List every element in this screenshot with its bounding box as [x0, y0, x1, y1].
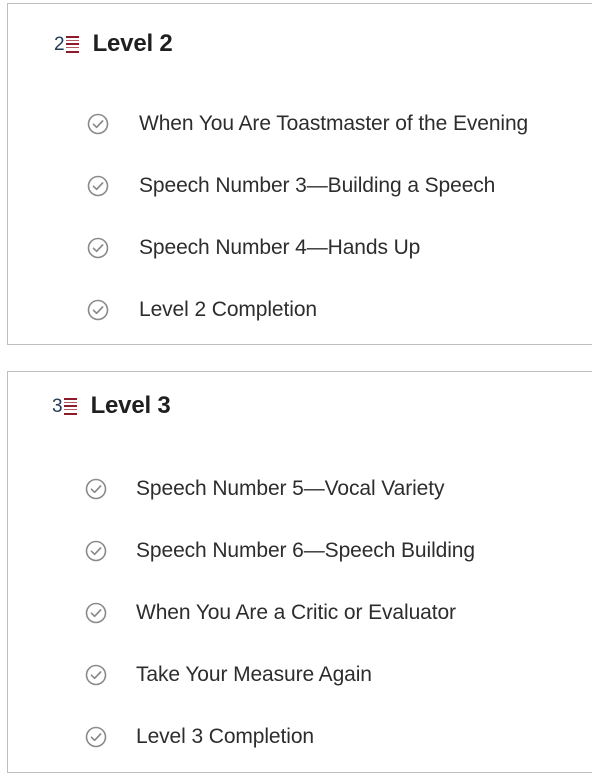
numbered-list-icon: 3 [52, 397, 77, 416]
item-label: Speech Number 3—Building a Speech [139, 174, 496, 197]
item-label: Level 2 Completion [139, 298, 317, 321]
level-header: 2 Level 2 [54, 6, 173, 82]
check-circle-icon [87, 299, 109, 321]
level-3-card: 3 Level 3 Speech Number 5—Vocal Variety … [7, 371, 592, 773]
item-label: Speech Number 6—Speech Building [136, 539, 475, 562]
item-label: When You Are Toastmaster of the Evening [139, 112, 529, 135]
item-label: When You Are a Critic or Evaluator [136, 601, 456, 624]
item-label: Speech Number 5—Vocal Variety [136, 477, 445, 500]
check-circle-icon [85, 540, 107, 562]
check-circle-icon [85, 726, 107, 748]
level-title: Level 2 [92, 30, 173, 57]
level-2-card: 2 Level 2 When You Are Toastmaster of th… [7, 3, 592, 345]
item-label: Level 3 Completion [136, 725, 314, 748]
level-header: 3 Level 3 [52, 368, 171, 444]
numbered-list-icon: 2 [54, 35, 79, 54]
item-label: Speech Number 4—Hands Up [139, 236, 421, 259]
item-label: Take Your Measure Again [136, 663, 372, 686]
level-number: 3 [52, 395, 63, 417]
check-circle-icon [87, 175, 109, 197]
check-circle-icon [85, 478, 107, 500]
level-title: Level 3 [90, 392, 171, 419]
check-circle-icon [85, 602, 107, 624]
check-circle-icon [87, 237, 109, 259]
level-number: 2 [54, 33, 65, 55]
check-circle-icon [85, 664, 107, 686]
check-circle-icon [87, 113, 109, 135]
